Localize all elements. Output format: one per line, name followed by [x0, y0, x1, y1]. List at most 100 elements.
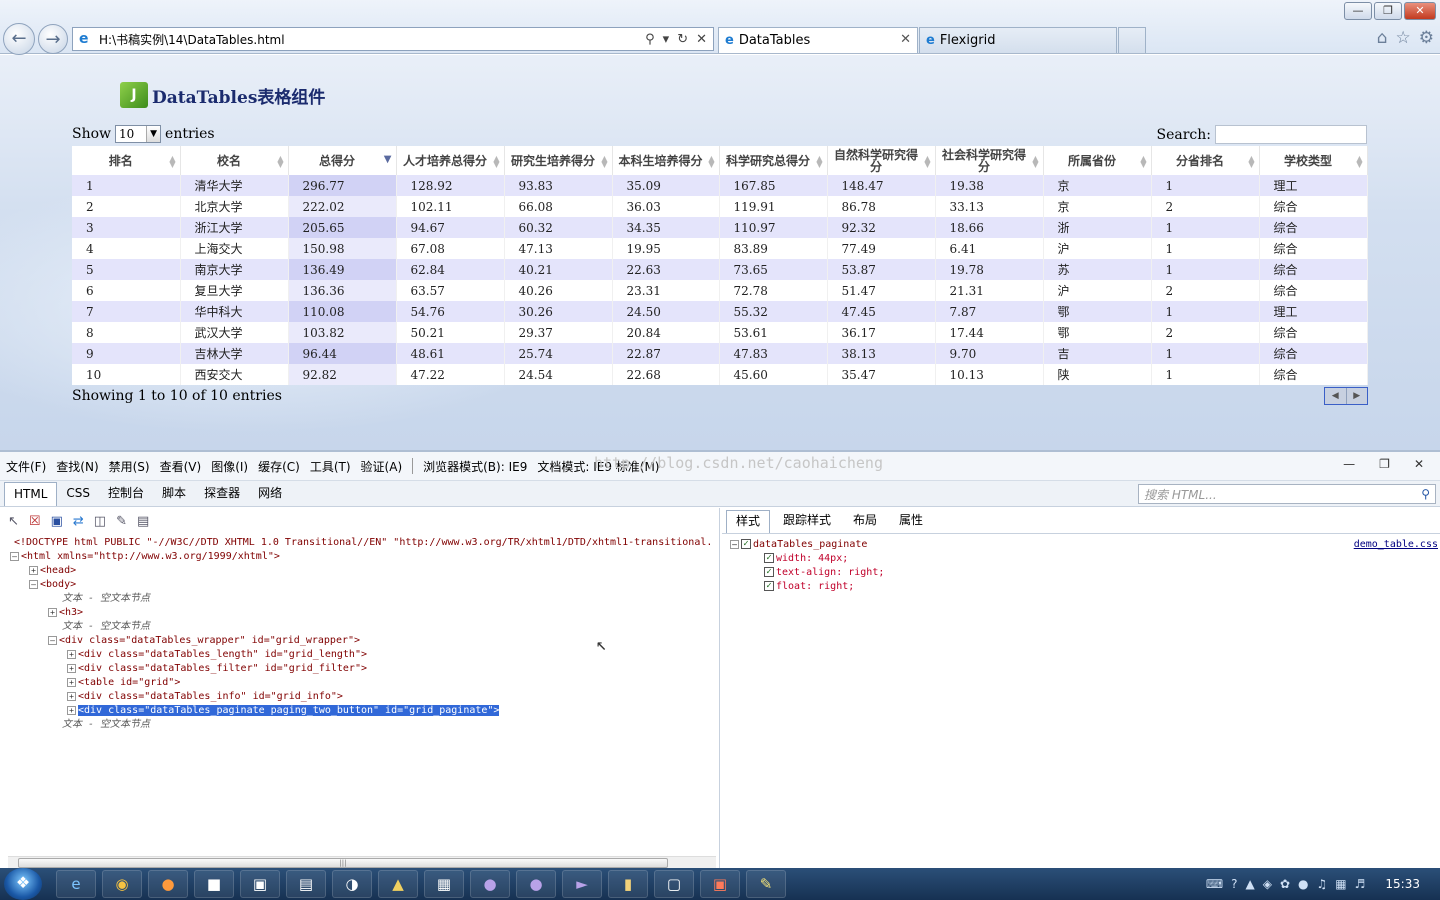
address-url[interactable]: H:\书稿实例\14\DataTables.html — [97, 31, 645, 48]
tab-datatables[interactable]: e DataTables ✕ — [718, 27, 918, 53]
edit-icon[interactable]: ✎ — [116, 514, 127, 529]
gear-icon[interactable]: ⚙ — [1419, 28, 1434, 48]
stop-icon[interactable]: ✕ — [696, 32, 707, 47]
search-input[interactable] — [1215, 125, 1367, 144]
tree-node[interactable]: – <div class="dataTables_wrapper" id="gri… — [48, 634, 360, 648]
minimize-icon[interactable]: — — [1344, 2, 1372, 20]
app-taskbar-icon[interactable]: ◑ — [332, 870, 372, 898]
chrome-taskbar-icon[interactable]: ◉ — [102, 870, 142, 898]
column-header-9[interactable]: 所属省份 ▲ ▼ — [1043, 146, 1152, 175]
forward-button[interactable]: → — [38, 24, 68, 54]
column-header-7[interactable]: 自然科学研究得分 ▲ ▼ — [827, 146, 936, 175]
tab-css[interactable]: CSS — [57, 482, 99, 506]
horizontal-scrollbar[interactable]: ||| — [8, 856, 716, 868]
app-taskbar-icon[interactable]: ▣ — [240, 870, 280, 898]
column-header-4[interactable]: 研究生培养得分 ▲ ▼ — [504, 146, 613, 175]
clock[interactable]: 15:33 — [1385, 877, 1420, 891]
tab-flexigrid[interactable]: e Flexigrid — [919, 27, 1117, 53]
start-button[interactable]: ❖ — [4, 868, 42, 900]
tree-node[interactable]: + <table id="grid"> — [67, 676, 180, 690]
refresh-icon[interactable]: ↻ — [677, 32, 688, 47]
checkbox-icon[interactable]: ✓ — [741, 539, 751, 549]
refresh-icon[interactable]: ⇄ — [73, 514, 84, 529]
tree-node[interactable]: + <div class="dataTables_length" id="grid… — [67, 648, 367, 662]
save-icon[interactable]: ▣ — [51, 514, 63, 529]
firefox-taskbar-icon[interactable]: ● — [148, 870, 188, 898]
home-icon[interactable]: ⌂ — [1377, 28, 1388, 48]
tree-node[interactable]: 文本 - 空文本节点 — [62, 592, 150, 606]
column-header-8[interactable]: 社会科学研究得分 ▲ ▼ — [935, 146, 1044, 175]
next-page-icon[interactable]: ▶ — [1347, 388, 1368, 404]
devtools-close-icon[interactable]: ✕ — [1414, 457, 1424, 471]
dropdown-icon[interactable]: ▾ — [663, 32, 670, 47]
app-taskbar-icon[interactable]: ■ — [194, 870, 234, 898]
style-rule-selector[interactable]: – ✓ dataTables_paginate — [730, 538, 867, 552]
column-header-11[interactable]: 学校类型 ▲ ▼ — [1259, 146, 1368, 175]
app-tray-icon[interactable]: ● — [1298, 877, 1308, 891]
address-bar[interactable]: e H:\书稿实例\14\DataTables.html ⚲ ▾ ↻ ✕ — [72, 27, 714, 51]
volume-icon[interactable]: ♫ — [1317, 877, 1328, 891]
style-prop[interactable]: ✓ width: 44px; — [764, 552, 848, 566]
tab-layout[interactable]: 布局 — [844, 510, 886, 533]
app-taskbar-icon[interactable]: ▢ — [654, 870, 694, 898]
column-header-5[interactable]: 本科生培养得分 ▲ ▼ — [612, 146, 720, 175]
pdf-taskbar-icon[interactable]: ▣ — [700, 870, 740, 898]
tree-node[interactable]: 文本 - 空文本节点 — [62, 620, 150, 634]
tree-node[interactable]: + <head> — [29, 564, 76, 578]
tab-html[interactable]: HTML — [4, 482, 58, 506]
checkbox-icon[interactable]: ✓ — [764, 581, 774, 591]
tree-node[interactable]: + <div class="dataTables_filter" id="grid… — [67, 662, 367, 676]
security-icon[interactable]: ◈ — [1263, 877, 1272, 891]
menu-find[interactable]: 查找(N) — [56, 458, 98, 475]
menu-images[interactable]: 图像(I) — [211, 458, 248, 475]
tree-node[interactable]: <!DOCTYPE html PUBLIC "-//W3C//DTD XHTML… — [14, 536, 712, 550]
column-header-0[interactable]: 排名 ▲ ▼ — [72, 146, 181, 175]
close-tab-icon[interactable]: ✕ — [900, 32, 911, 47]
tab-style[interactable]: 样式 — [726, 510, 771, 533]
stylesheet-link[interactable]: demo_table.css — [1354, 538, 1438, 552]
devtools-minimize-icon[interactable]: — — [1343, 457, 1355, 471]
speaker-icon[interactable]: ♬ — [1355, 877, 1366, 891]
word-wrap-icon[interactable]: ▤ — [137, 514, 149, 529]
checkbox-icon[interactable]: ✓ — [764, 567, 774, 577]
close-window-icon[interactable]: ✕ — [1404, 2, 1436, 20]
tree-node-selected[interactable]: + <div class="dataTables_paginate paging_… — [67, 704, 500, 718]
search-icon[interactable]: ⚲ — [1421, 487, 1430, 501]
app-taskbar-icon[interactable]: ● — [516, 870, 556, 898]
document-taskbar-icon[interactable]: ▤ — [286, 870, 326, 898]
tree-node[interactable]: + <div class="dataTables_info" id="grid_i… — [67, 690, 343, 704]
arrow-icon[interactable]: ▲ — [1246, 877, 1255, 891]
keyboard-icon[interactable]: ⌨ — [1206, 877, 1223, 891]
tab-console[interactable]: 控制台 — [99, 482, 153, 506]
column-header-1[interactable]: 校名 ▲ ▼ — [180, 146, 289, 175]
app-taskbar-icon[interactable]: ► — [562, 870, 602, 898]
dom-tree-icon[interactable]: ◫ — [94, 514, 106, 529]
app-taskbar-icon[interactable]: ▦ — [424, 870, 464, 898]
menu-cache[interactable]: 缓存(C) — [258, 458, 300, 475]
tab-script[interactable]: 脚本 — [153, 482, 195, 506]
search-icon[interactable]: ⚲ — [645, 32, 655, 47]
restore-icon[interactable]: ❐ — [1374, 2, 1402, 20]
new-tab-button[interactable] — [1118, 27, 1146, 53]
menu-view[interactable]: 查看(V) — [160, 458, 202, 475]
tab-trace-styles[interactable]: 跟踪样式 — [774, 510, 840, 533]
tree-node[interactable]: + <h3> — [48, 606, 83, 620]
menu-disable[interactable]: 禁用(S) — [109, 458, 150, 475]
tree-node[interactable]: 文本 - 空文本节点 — [62, 718, 150, 732]
column-header-2[interactable]: 总得分 ▼ — [288, 146, 397, 175]
help-icon[interactable]: ? — [1231, 877, 1237, 891]
folder-taskbar-icon[interactable]: ▮ — [608, 870, 648, 898]
scrollbar-thumb[interactable]: ||| — [18, 858, 668, 868]
tab-profiler[interactable]: 探查器 — [195, 482, 249, 506]
menu-browser-mode[interactable]: 浏览器模式(B): IE9 — [423, 458, 527, 475]
select-element-icon[interactable]: ↖ — [8, 514, 19, 529]
column-header-3[interactable]: 人才培养总得分 ▲ ▼ — [396, 146, 505, 175]
menu-file[interactable]: 文件(F) — [6, 458, 46, 475]
style-prop[interactable]: ✓ float: right; — [764, 580, 854, 594]
tab-network[interactable]: 网络 — [249, 482, 291, 506]
tree-node[interactable]: – <body> — [29, 578, 76, 592]
back-button[interactable]: ← — [3, 23, 35, 55]
devtools-undock-icon[interactable]: ❐ — [1379, 457, 1390, 471]
style-prop[interactable]: ✓ text-align: right; — [764, 566, 884, 580]
app-taskbar-icon[interactable]: ● — [470, 870, 510, 898]
